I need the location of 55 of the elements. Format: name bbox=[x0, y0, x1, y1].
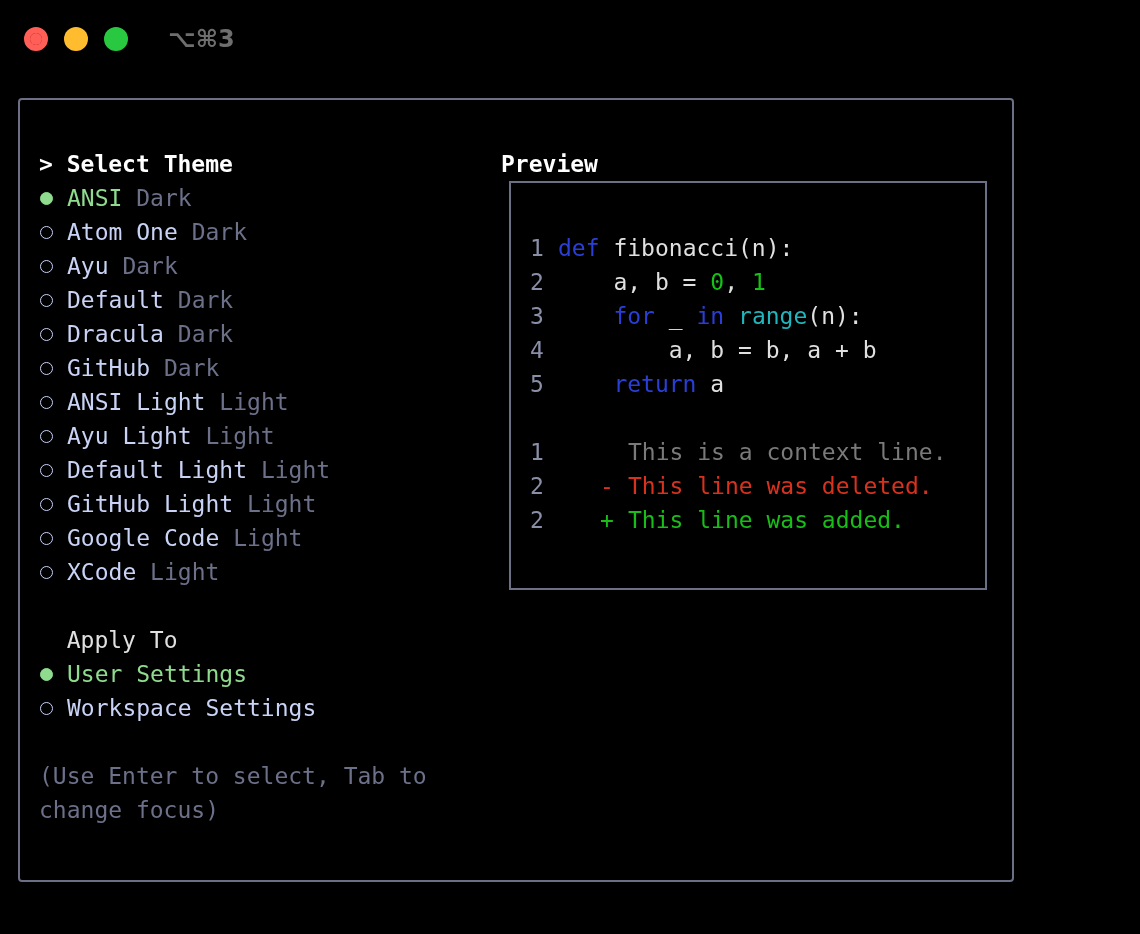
option-label[interactable]: GitHub Light bbox=[67, 487, 234, 521]
variant-label: Dark bbox=[163, 354, 220, 383]
option-label[interactable]: Workspace Settings bbox=[67, 691, 317, 725]
variant-label: Light bbox=[219, 388, 289, 417]
line-number: 2 bbox=[530, 268, 545, 297]
plus-sign: + bbox=[600, 507, 614, 533]
option-label[interactable]: Default Light bbox=[67, 453, 247, 487]
option-label[interactable]: User Settings bbox=[67, 657, 247, 691]
code-line: for _ in range(n): bbox=[612, 302, 863, 332]
code-line: a, b = 0, 1 bbox=[612, 268, 766, 297]
line-number: 2 bbox=[530, 472, 545, 501]
minimize-button[interactable] bbox=[64, 27, 88, 51]
option-label[interactable]: Dracula bbox=[67, 317, 164, 351]
line-number: 5 bbox=[530, 370, 545, 399]
option-label[interactable]: Atom One bbox=[67, 215, 178, 249]
code-line: a, b = b, a + b bbox=[667, 336, 877, 365]
variant-label: Dark bbox=[136, 184, 192, 213]
section-title: Apply To bbox=[66, 626, 178, 655]
code-line: def fibonacci(n): bbox=[558, 234, 794, 263]
line-number: 4 bbox=[530, 336, 545, 365]
diff-line: This line was deleted. bbox=[628, 472, 933, 501]
radio-icon[interactable] bbox=[40, 667, 53, 681]
window-title: ⌥⌘3 bbox=[168, 24, 235, 55]
option-label[interactable]: ANSI bbox=[67, 181, 123, 215]
focus-marker: > bbox=[39, 150, 53, 179]
variant-label: Dark bbox=[122, 252, 178, 281]
line-number: 2 bbox=[530, 506, 545, 535]
variant-label: Dark bbox=[177, 320, 234, 349]
maximize-button[interactable] bbox=[104, 27, 128, 51]
option-label[interactable]: ANSI Light bbox=[67, 385, 206, 419]
close-button[interactable] bbox=[24, 27, 48, 51]
option-label[interactable]: Default bbox=[67, 283, 164, 317]
preview-title: Preview bbox=[501, 150, 599, 179]
variant-label: Light bbox=[233, 524, 303, 553]
option-label[interactable]: GitHub bbox=[67, 351, 151, 385]
variant-label: Light bbox=[150, 558, 220, 587]
option-label[interactable]: Ayu Light bbox=[67, 419, 192, 453]
code-line: return a bbox=[612, 370, 725, 399]
radio-icon[interactable] bbox=[40, 191, 53, 205]
variant-label: Light bbox=[247, 490, 317, 519]
diff-line: This line was added. bbox=[628, 506, 905, 535]
option-label[interactable]: Ayu bbox=[67, 249, 109, 283]
option-label[interactable]: Google Code bbox=[67, 521, 220, 555]
variant-label: Dark bbox=[177, 286, 234, 315]
option-label[interactable]: XCode bbox=[67, 555, 137, 589]
line-number: 1 bbox=[530, 234, 545, 263]
line-number: 1 bbox=[530, 438, 545, 467]
variant-label: Light bbox=[205, 422, 275, 451]
variant-label: Dark bbox=[191, 218, 248, 247]
section-title: Select Theme bbox=[66, 150, 233, 179]
variant-label: Light bbox=[260, 456, 331, 485]
line-number: 3 bbox=[530, 302, 545, 331]
diff-line: This is a context line. bbox=[628, 438, 947, 467]
minus-sign: - bbox=[600, 473, 614, 499]
hint-text: (Use Enter to select, Tab to change focus) bbox=[39, 762, 428, 825]
